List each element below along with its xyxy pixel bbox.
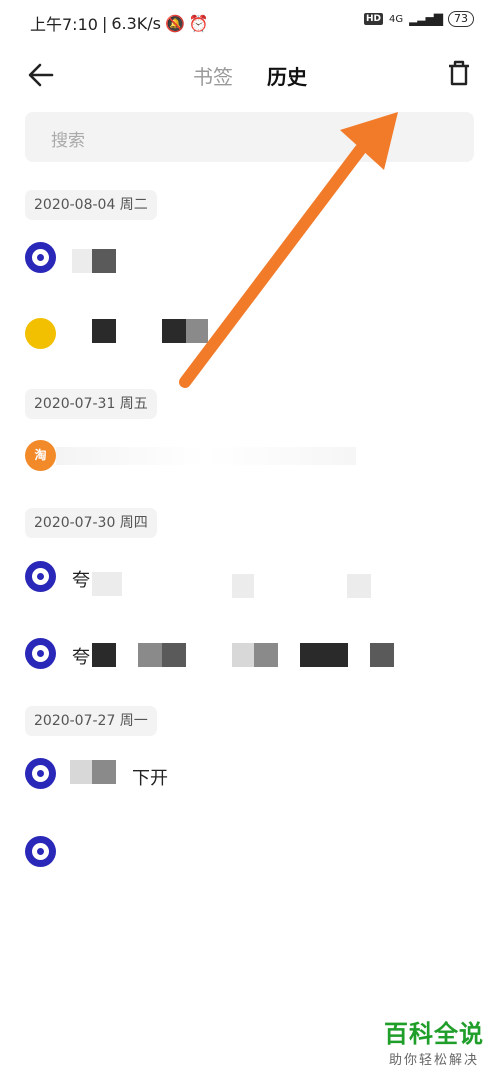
- blurred-title[interactable]: [56, 447, 356, 465]
- site-favicon-icon: [25, 561, 56, 592]
- status-right: HD 4G ▂▃▅▇ 73: [363, 11, 474, 27]
- item-title[interactable]: 夸: [72, 643, 90, 669]
- blurred-title[interactable]: [92, 319, 116, 343]
- tab-bookmarks[interactable]: 书签: [193, 61, 233, 90]
- annotation-arrow: [179, 112, 398, 388]
- site-favicon-icon[interactable]: [25, 836, 56, 867]
- status-time: 上午7:10: [30, 15, 98, 34]
- watermark-logo: 百科全说 助你轻松解决: [384, 1014, 484, 1068]
- item-title[interactable]: 夸: [72, 566, 90, 592]
- site-favicon-icon: [25, 638, 56, 669]
- signal-icon: ▂▃▅▇: [409, 12, 443, 26]
- date-chip: 2020-07-27 周一: [25, 706, 157, 736]
- header: 书签 历史: [0, 44, 500, 104]
- alarm-icon: ⏰: [188, 13, 209, 33]
- date-chip: 2020-07-30 周四: [25, 508, 157, 538]
- search-input[interactable]: 搜索: [25, 112, 474, 162]
- tab-history[interactable]: 历史: [267, 61, 307, 90]
- search-placeholder: 搜索: [51, 131, 85, 151]
- watermark-main: 百科全说: [384, 1020, 484, 1048]
- taobao-icon: 淘: [25, 440, 56, 471]
- blurred-title[interactable]: [72, 249, 92, 273]
- hd-icon: HD: [363, 13, 383, 25]
- weibo-icon: [25, 318, 56, 349]
- status-speed: 6.3K/s: [111, 13, 161, 33]
- back-arrow-icon[interactable]: [26, 60, 56, 90]
- blurred-title[interactable]: [70, 760, 92, 784]
- trash-icon[interactable]: [446, 58, 472, 88]
- date-chip: 2020-07-31 周五: [25, 389, 157, 419]
- site-favicon-icon: [25, 242, 56, 273]
- battery-icon: 73: [448, 11, 474, 27]
- status-bar: 上午7:10 | 6.3K/s 🔕 ⏰ HD 4G ▂▃▅▇ 73: [0, 0, 500, 44]
- watermark-sub: 助你轻松解决: [388, 1053, 479, 1068]
- site-favicon-icon: [25, 758, 56, 789]
- item-title[interactable]: 下开: [132, 764, 168, 790]
- date-chip: 2020-08-04 周二: [25, 190, 157, 220]
- status-left: 上午7:10 | 6.3K/s 🔕 ⏰: [30, 11, 209, 35]
- network-type: 4G: [388, 13, 404, 25]
- mute-icon: 🔕: [165, 13, 185, 33]
